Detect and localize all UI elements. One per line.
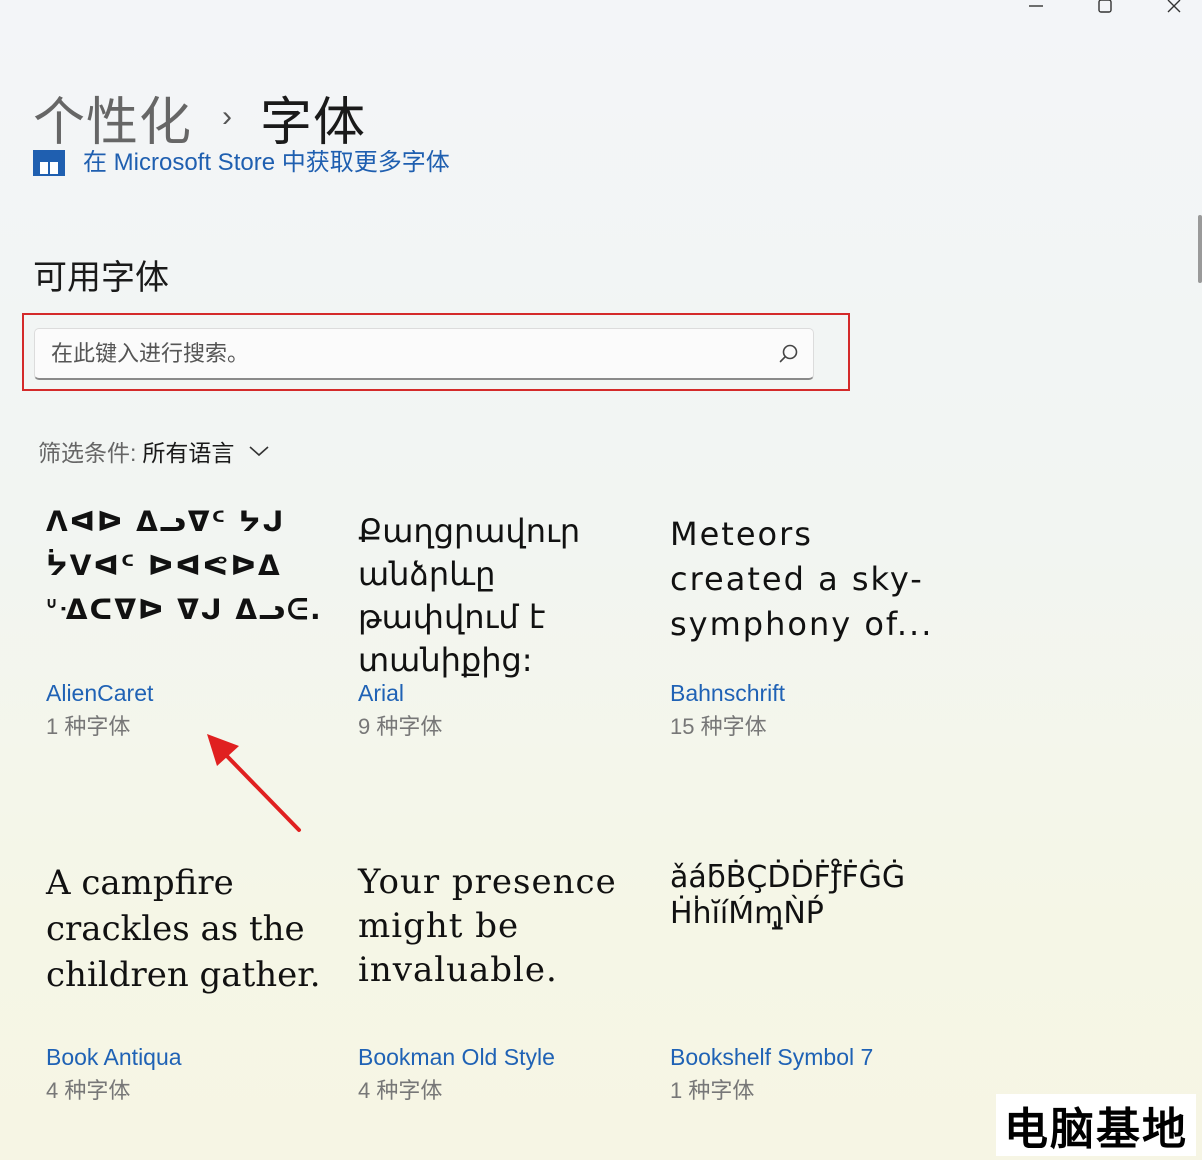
font-preview: ᐱᐊᐅ ᐃᓗᐁᑦ ᔭᒍ ᔮᐯᐊᑦ ᐅᐊᕙᐅᐃ ᐡᐎᑕᐁᐅ ᐁᒍ ᐃᓗᕮ.	[46, 505, 323, 626]
font-card-aliencaret[interactable]: ᐱᐊᐅ ᐃᓗᐁᑦ ᔭᒍ ᔮᐯᐊᑦ ᐅᐊᕙᐅᐃ ᐡᐎᑕᐁᐅ ᐁᒍ ᐃᓗᕮ. Ali…	[46, 500, 336, 739]
font-preview: A campfire crackles as the children gath…	[46, 863, 321, 995]
search-icon[interactable]	[765, 343, 813, 365]
filter-value: 所有语言	[142, 440, 235, 466]
font-preview: Քաղցրավուր անձրևը թափվում է տանիքից:	[358, 512, 581, 679]
font-name: Bookman Old Style	[358, 1044, 555, 1070]
font-card-arial[interactable]: Քաղցրավուր անձրևը թափվում է տանիքից: Ari…	[358, 510, 648, 739]
font-card-bahnschrift[interactable]: Meteors created a sky- symphony of... Ba…	[670, 512, 960, 739]
breadcrumb-separator: ›	[222, 100, 233, 133]
font-preview: Your presence might be invaluable.	[358, 862, 617, 990]
search-box[interactable]	[34, 328, 814, 380]
font-count: 4 种字体	[46, 1078, 131, 1103]
font-count: 1 种字体	[46, 714, 131, 739]
font-preview: Meteors created a sky- symphony of...	[670, 515, 934, 643]
chevron-down-icon	[248, 444, 270, 458]
annotation-arrow-icon	[207, 734, 301, 832]
font-count: 4 种字体	[358, 1078, 443, 1103]
close-icon	[1167, 0, 1181, 13]
font-name: Bookshelf Symbol 7	[670, 1044, 874, 1070]
filter-label: 筛选条件:	[38, 440, 137, 466]
watermark-logo: 电脑基地	[996, 1094, 1196, 1156]
font-name: AlienCaret	[46, 680, 154, 706]
font-name: Book Antiqua	[46, 1044, 182, 1070]
available-fonts-title: 可用字体	[33, 259, 169, 297]
minimize-button[interactable]	[1016, 0, 1056, 18]
maximize-icon	[1098, 0, 1112, 13]
font-count: 15 种字体	[670, 714, 767, 739]
search-input[interactable]	[35, 339, 765, 368]
breadcrumb-parent-personalization[interactable]: 个性化	[33, 80, 192, 155]
maximize-button[interactable]	[1085, 0, 1125, 18]
font-card-book-antiqua[interactable]: A campfire crackles as the children gath…	[46, 860, 336, 1103]
font-card-bookman-old-style[interactable]: Your presence might be invaluable. Bookm…	[358, 860, 648, 1103]
language-filter[interactable]: 筛选条件: 所有语言	[38, 434, 270, 468]
breadcrumb: 个性化 › 字体	[33, 82, 366, 152]
font-count: 9 种字体	[358, 714, 443, 739]
store-icon	[33, 150, 65, 176]
font-name: Arial	[358, 680, 405, 706]
scrollbar-thumb[interactable]	[1198, 215, 1202, 283]
page-title: 字体	[260, 93, 367, 152]
close-button[interactable]	[1154, 0, 1194, 18]
store-link[interactable]: 在 Microsoft Store 中获取更多字体	[33, 150, 633, 180]
minimize-icon	[1029, 5, 1043, 7]
font-preview: ǎáƃḂÇḊḊḞƒ̊ḞĠĠ ḢḣĭíḾɱ̢ǸṔ	[670, 860, 906, 931]
store-link-label: 在 Microsoft Store 中获取更多字体	[83, 150, 450, 176]
font-card-bookshelf-symbol-7[interactable]: ǎáƃḂÇḊḊḞƒ̊ḞĠĠ ḢḣĭíḾɱ̢ǸṔ Bookshelf Symbol…	[670, 860, 960, 1103]
font-count: 1 种字体	[670, 1078, 755, 1103]
font-name: Bahnschrift	[670, 680, 786, 706]
